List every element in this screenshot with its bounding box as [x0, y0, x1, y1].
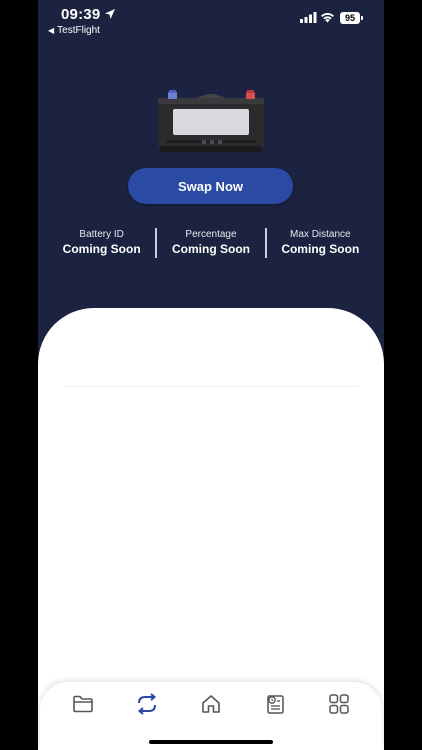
- stat-percentage: Percentage Coming Soon: [157, 228, 264, 258]
- stat-value: Coming Soon: [62, 242, 141, 256]
- tab-menu[interactable]: [326, 692, 352, 716]
- back-to-testflight-link[interactable]: ◀ TestFlight: [48, 25, 100, 36]
- tab-swap[interactable]: [134, 692, 160, 716]
- back-triangle-icon: ◀: [48, 26, 55, 35]
- wifi-icon: [321, 13, 334, 23]
- stat-value: Coming Soon: [171, 242, 250, 256]
- card-divider: [64, 386, 358, 387]
- swap-now-button[interactable]: Swap Now: [128, 168, 293, 204]
- stat-label: Max Distance: [290, 229, 351, 240]
- tab-home[interactable]: [198, 692, 224, 716]
- stat-value: Coming Soon: [281, 242, 360, 256]
- stat-battery-id: Battery ID Coming Soon: [48, 228, 155, 258]
- app-screen: 09:39 ◀ TestFlight 95 Swap Now Battery I…: [38, 0, 384, 750]
- status-time: 09:39: [61, 6, 101, 23]
- stat-label: Percentage: [185, 229, 237, 240]
- home-icon: [202, 695, 220, 713]
- tab-folder[interactable]: [70, 692, 96, 716]
- cellular-signal-icon: [300, 12, 317, 23]
- car-battery-illustration: [158, 90, 264, 152]
- swap-icon: [137, 693, 157, 715]
- folder-icon: [73, 695, 93, 713]
- battery-stats-row: Battery ID Coming Soon Percentage Coming…: [48, 228, 374, 258]
- location-arrow-icon: [105, 9, 115, 19]
- grid-menu-icon: [329, 694, 349, 714]
- history-document-icon: [267, 695, 284, 714]
- stat-label: Battery ID: [79, 229, 124, 240]
- back-app-label: TestFlight: [57, 25, 100, 36]
- tab-history[interactable]: [262, 692, 288, 716]
- battery-icon: 95: [340, 12, 363, 24]
- home-indicator[interactable]: [149, 740, 273, 744]
- stat-max-distance: Max Distance Coming Soon: [267, 228, 374, 258]
